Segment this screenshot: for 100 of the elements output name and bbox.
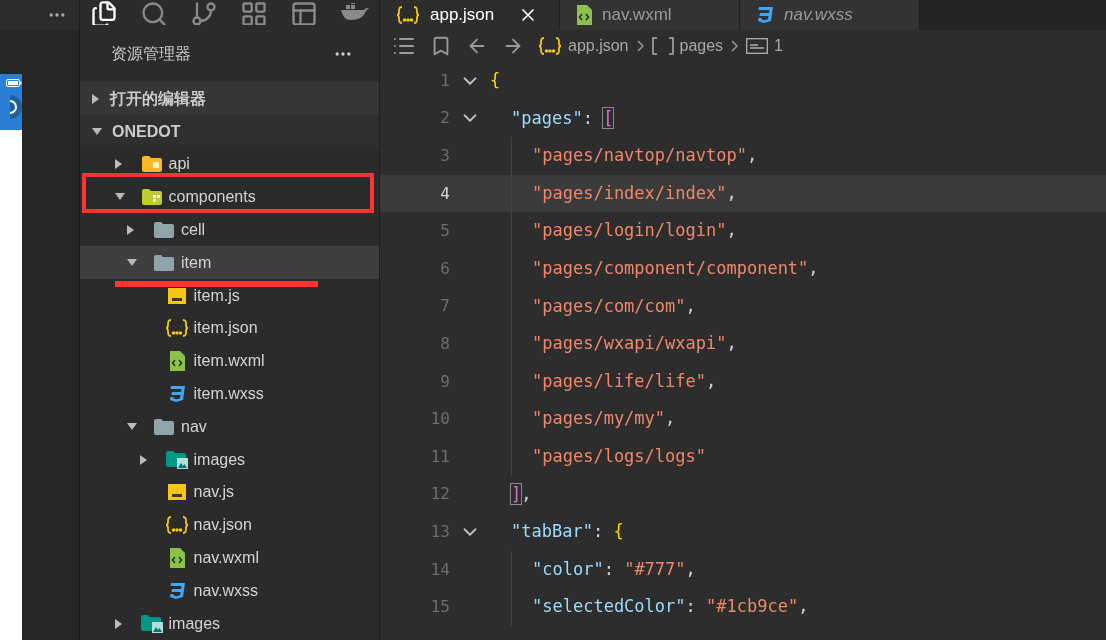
tree-item[interactable]: item xyxy=(80,246,379,280)
code-text: "pages/my/my", xyxy=(532,407,676,431)
chevron-icon xyxy=(636,40,644,52)
file-name: images xyxy=(193,449,246,470)
code-text: "pages/life/life", xyxy=(532,369,717,393)
whale-icon[interactable] xyxy=(340,2,370,21)
braces-icon xyxy=(164,516,189,535)
folder-icon xyxy=(154,254,174,271)
folder-icon xyxy=(154,418,174,435)
code-text: "pages/wxapi/wxapi", xyxy=(532,332,737,356)
editor-tab[interactable]: nav.wxml xyxy=(560,0,740,30)
section-title: ONEDOT xyxy=(112,121,181,142)
string-icon xyxy=(746,38,769,54)
tree-item[interactable]: cell xyxy=(80,213,379,247)
tree-item[interactable]: item.wxml xyxy=(80,344,379,378)
code-file-icon xyxy=(576,5,592,25)
image-folder-icon xyxy=(140,614,163,633)
line-number: 6 xyxy=(439,257,450,280)
search-icon[interactable] xyxy=(140,0,168,25)
editor-tab[interactable]: nav.wxss xyxy=(740,0,920,30)
panel-icon[interactable] xyxy=(290,0,318,25)
code-file-icon xyxy=(168,351,185,372)
tree-item[interactable]: images xyxy=(80,443,379,477)
panel-title: 资源管理器 xyxy=(111,43,191,64)
line-number: 4 xyxy=(439,182,450,205)
file-name: item.wxml xyxy=(193,351,265,372)
file-name: item.json xyxy=(193,318,258,339)
tree-item[interactable]: api xyxy=(80,148,379,181)
tree-item[interactable]: item.json xyxy=(80,312,379,345)
code-text: "pages/component/component", xyxy=(532,257,819,280)
tree-item[interactable]: nav xyxy=(80,410,379,444)
js-file-icon xyxy=(167,484,186,501)
file-name: components xyxy=(168,187,256,208)
file-name: item.wxss xyxy=(193,384,264,405)
file-name: nav.wxss xyxy=(193,580,259,601)
folder-icon xyxy=(154,222,174,239)
array-icon xyxy=(651,37,674,55)
chevron-icon xyxy=(731,40,739,52)
line-number: 14 xyxy=(429,558,450,581)
line-number: 8 xyxy=(439,332,450,355)
file-name: nav.json xyxy=(193,515,252,536)
section-header[interactable]: ONEDOT xyxy=(80,115,379,149)
battery-icon xyxy=(6,79,22,87)
image-folder-icon xyxy=(165,450,188,469)
code-text: "pages/logs/logs" xyxy=(532,445,706,468)
breadcrumb-item[interactable]: pages xyxy=(651,34,724,58)
tree-item[interactable]: nav.json xyxy=(80,508,379,542)
file-name: nav xyxy=(181,416,207,437)
braces-icon xyxy=(164,319,189,338)
braces-icon xyxy=(538,37,562,55)
line-number: 7 xyxy=(439,295,450,318)
code-text: ], xyxy=(511,482,532,506)
folder-icon xyxy=(141,156,162,173)
code-file-icon xyxy=(168,548,185,569)
tree-item[interactable]: components xyxy=(80,180,379,214)
file-name: nav.wxml xyxy=(193,548,259,569)
tab-label: app.json xyxy=(430,4,495,27)
grid-icon[interactable] xyxy=(240,0,268,25)
file-name: item.js xyxy=(193,285,240,306)
line-number: 3 xyxy=(439,145,450,167)
braces-icon xyxy=(396,6,420,24)
line-number: 1 xyxy=(439,69,450,92)
code-text: "tabBar": { xyxy=(511,520,624,544)
tree-item[interactable]: item.js xyxy=(80,279,379,313)
tree-item[interactable]: nav.js xyxy=(80,476,379,509)
capsule-icon xyxy=(10,95,22,119)
code-text: "pages/com/com", xyxy=(532,294,696,318)
section-header[interactable]: 打开的编辑器 xyxy=(80,82,379,116)
tree-item[interactable]: item.wxss xyxy=(80,377,379,411)
code-text: "pages/login/login", xyxy=(532,219,737,243)
code-text: "pages/navtop/navtop", xyxy=(532,144,758,168)
file-name: api xyxy=(168,154,190,175)
tree-item[interactable]: nav.wxml xyxy=(80,541,379,575)
file-name: cell xyxy=(181,220,205,241)
editor-tab[interactable]: app.json xyxy=(380,0,560,30)
branch-icon[interactable] xyxy=(190,0,218,25)
code-text: "selectedColor": "#1cb9ce", xyxy=(532,595,809,619)
code-text: "color": "#777", xyxy=(532,557,696,581)
section-title: 打开的编辑器 xyxy=(110,88,206,109)
tree-item[interactable]: images xyxy=(80,607,379,640)
line-number: 15 xyxy=(429,596,450,619)
line-number: 11 xyxy=(429,445,450,468)
file-name: nav.js xyxy=(193,482,235,503)
line-number: 5 xyxy=(439,220,450,243)
tree-item[interactable]: nav.wxss xyxy=(80,574,379,608)
line-number: 13 xyxy=(429,520,450,543)
js-file-icon xyxy=(167,287,186,304)
code-text: "pages": [ xyxy=(511,106,614,130)
line-number: 10 xyxy=(429,408,450,431)
folder-icon xyxy=(141,189,162,206)
files-icon[interactable] xyxy=(90,0,118,25)
css-icon xyxy=(167,385,186,404)
css-icon xyxy=(167,581,186,600)
line-number: 12 xyxy=(429,483,450,506)
breadcrumb-item[interactable]: 1 xyxy=(746,34,783,58)
css-icon xyxy=(756,6,774,24)
breadcrumb-item[interactable]: app.json xyxy=(538,34,629,58)
line-number: 9 xyxy=(439,370,450,393)
code-text: { xyxy=(490,69,501,93)
file-name: item xyxy=(181,252,212,273)
